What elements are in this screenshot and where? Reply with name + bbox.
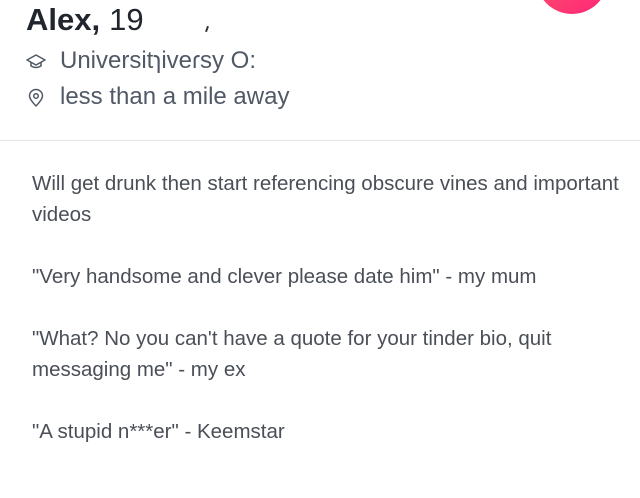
profile-name: Alex bbox=[26, 2, 92, 37]
school-row: Universitɿiveɾsy O: bbox=[26, 47, 256, 75]
profile-header: Alex , 19 Universitɿiveɾsy O: less than … bbox=[0, 0, 640, 140]
bio-paragraph: "A stupid n***er" - Keemstar bbox=[32, 420, 285, 443]
stray-mark bbox=[205, 25, 209, 33]
location-pin-icon bbox=[26, 87, 46, 107]
name-age-row: Alex , 19 bbox=[26, 2, 144, 40]
profile-age: 19 bbox=[109, 2, 144, 37]
bio-section: Will get drunk then start referencing ob… bbox=[32, 168, 622, 478]
bio-paragraph: "What? No you can't have a quote for you… bbox=[32, 327, 552, 381]
graduation-cap-icon bbox=[26, 51, 46, 71]
bio-paragraph: Will get drunk then start referencing ob… bbox=[32, 172, 619, 226]
distance-text: less than a mile away bbox=[60, 83, 290, 110]
distance-row: less than a mile away bbox=[26, 83, 289, 111]
name-separator: , bbox=[91, 2, 101, 37]
bio-paragraph: "Very handsome and clever please date hi… bbox=[32, 265, 537, 288]
section-divider bbox=[0, 140, 640, 141]
school-text: Universitɿiveɾsy O: bbox=[60, 47, 257, 74]
